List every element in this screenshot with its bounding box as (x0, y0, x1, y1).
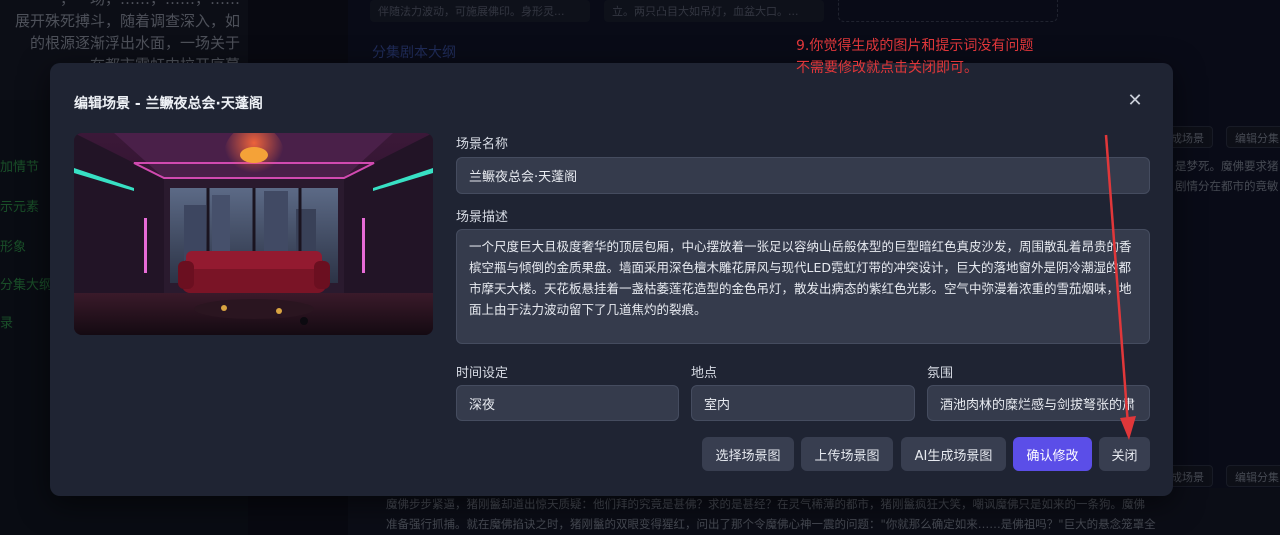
annotation-line: 9.你觉得生成的图片和提示词没有问题 (796, 38, 1034, 54)
scene-image (74, 133, 433, 335)
scene-desc-label: 场景描述 (456, 210, 509, 225)
scene-illustration (74, 133, 433, 335)
scene-name-input[interactable]: 兰鳜夜总会·天蓬阁 (456, 157, 1150, 194)
select-scene-image-button[interactable]: 选择场景图 (702, 437, 794, 471)
close-icon[interactable]: ✕ (1125, 91, 1145, 111)
scene-desc-textarea[interactable]: 一个尺度巨大且极度奢华的顶层包厢，中心摆放着一张足以容纳山岳般体型的巨型暗红色真… (456, 229, 1150, 344)
modal-title: 编辑场景 - 兰鳜夜总会·天蓬阁 (74, 96, 263, 112)
time-input[interactable]: 深夜 (456, 385, 679, 421)
atmosphere-label: 氛围 (927, 366, 954, 381)
upload-scene-image-button[interactable]: 上传场景图 (801, 437, 893, 471)
scene-name-label: 场景名称 (456, 137, 509, 152)
ai-generate-scene-image-button[interactable]: AI生成场景图 (901, 437, 1006, 471)
location-input[interactable]: 室内 (691, 385, 915, 421)
atmosphere-input[interactable]: 酒池肉林的糜烂感与剑拔弩张的肃 (927, 385, 1150, 421)
time-label: 时间设定 (456, 366, 509, 381)
confirm-edit-button[interactable]: 确认修改 (1013, 437, 1092, 471)
close-button[interactable]: 关闭 (1099, 437, 1150, 471)
tutorial-annotation: 9.你觉得生成的图片和提示词没有问题 不需要修改就点击关闭即可。 (796, 35, 1033, 79)
edit-scene-modal: 编辑场景 - 兰鳜夜总会·天蓬阁 ✕ 场景名称 兰鳜夜总会·天蓬阁 场景描述 一… (50, 63, 1173, 496)
location-label: 地点 (691, 366, 718, 381)
annotation-line: 不需要修改就点击关闭即可。 (796, 60, 978, 76)
